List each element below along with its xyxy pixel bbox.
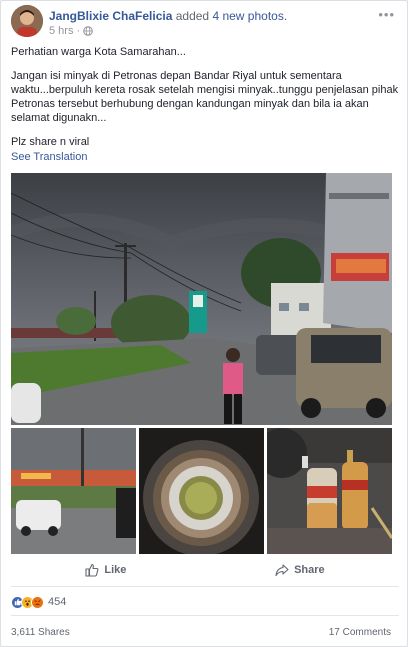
share-button[interactable]: Share xyxy=(265,559,335,581)
see-translation-link[interactable]: See Translation xyxy=(11,151,87,163)
divider xyxy=(11,615,399,616)
more-horizontal-icon[interactable]: ••• xyxy=(378,7,395,22)
post-text: Perhatian warga Kota Samarahan... Jangan… xyxy=(11,45,399,159)
post-paragraph: Jangan isi minyak di Petronas depan Band… xyxy=(11,70,399,124)
reaction-count: 454 xyxy=(48,596,67,608)
like-button[interactable]: Like xyxy=(75,559,136,581)
shares-count-link[interactable]: 3,611 Shares xyxy=(11,627,70,638)
photo-grid xyxy=(11,173,392,554)
like-label: Like xyxy=(104,564,127,576)
photo-main[interactable] xyxy=(11,173,392,425)
reactions-summary[interactable]: 454 xyxy=(11,595,66,609)
post-header: JangBlixie ChaFelicia added 4 new photos… xyxy=(11,5,399,39)
author-name[interactable]: JangBlixie ChaFelicia xyxy=(49,9,172,23)
post-paragraph: Plz share n viral xyxy=(11,136,90,148)
share-arrow-icon xyxy=(275,564,289,577)
photo-thumb-1[interactable] xyxy=(11,428,136,554)
divider xyxy=(11,586,399,587)
post-actions: Like Share xyxy=(11,557,399,583)
globe-icon[interactable] xyxy=(83,26,93,36)
post-meta: 5 hrs · xyxy=(49,25,93,37)
post-paragraph: Perhatian warga Kota Samarahan... xyxy=(11,46,186,58)
post-author-line: JangBlixie ChaFelicia added 4 new photos… xyxy=(49,9,287,23)
share-label: Share xyxy=(294,564,325,576)
post-time[interactable]: 5 hrs xyxy=(49,25,73,37)
thumbs-up-icon xyxy=(85,563,99,577)
post-card: JangBlixie ChaFelicia added 4 new photos… xyxy=(0,0,408,647)
meta-separator: · xyxy=(76,25,81,37)
comments-count-link[interactable]: 17 Comments xyxy=(329,627,391,638)
angry-reaction-icon xyxy=(31,595,44,609)
author-avatar[interactable] xyxy=(11,5,43,37)
photo-thumb-3[interactable] xyxy=(267,428,392,554)
post-action-text: added xyxy=(175,9,210,23)
photo-thumb-2[interactable] xyxy=(139,428,264,554)
photo-count-link[interactable]: 4 new photos. xyxy=(212,9,287,23)
